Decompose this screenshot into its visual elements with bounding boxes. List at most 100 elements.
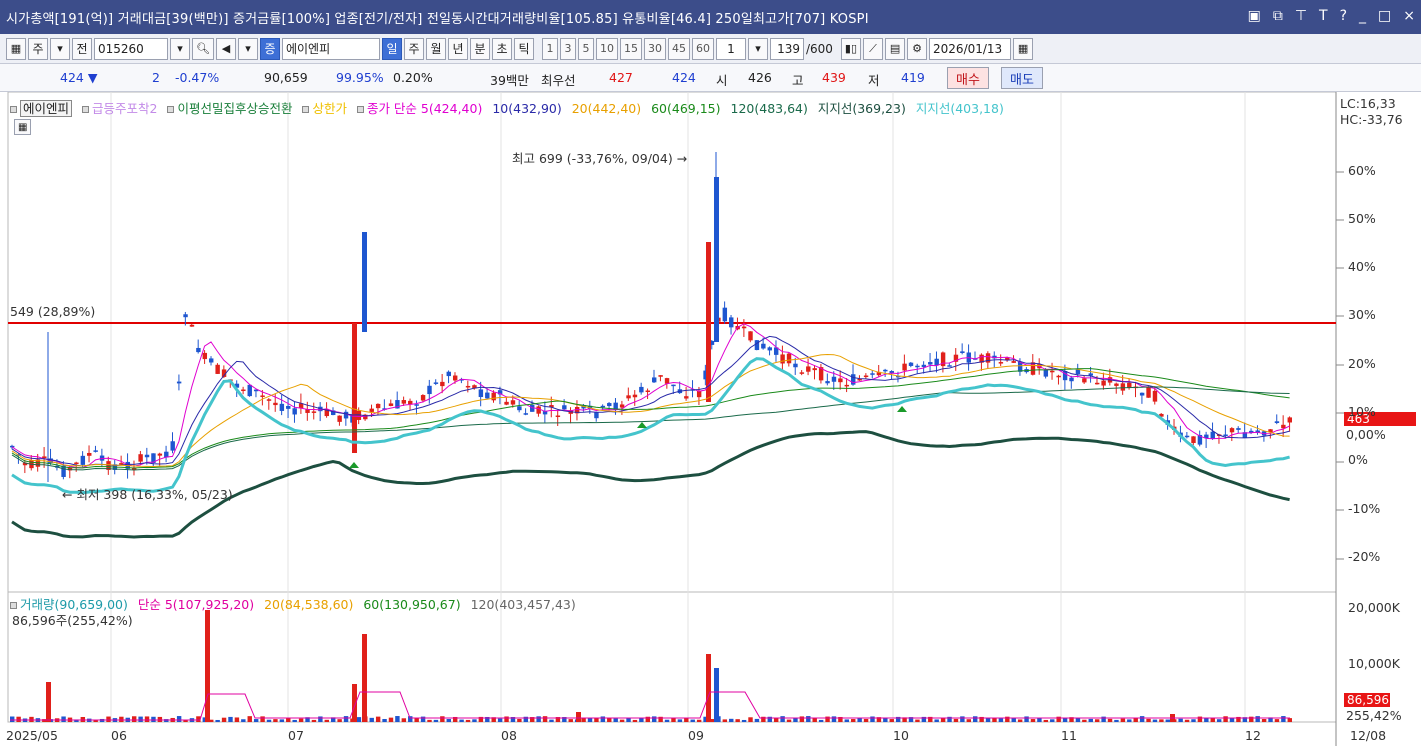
chart-layout-icon[interactable]: ▦ xyxy=(6,37,26,60)
interval-button[interactable]: 3 xyxy=(559,37,576,60)
stock-name-field[interactable]: 에이엔피 xyxy=(281,37,380,60)
chart-area[interactable]: 에이엔피 급등주포착2 이평선밀집후상승전환 상한가 종가 단순 5(424,4… xyxy=(0,92,1421,746)
interval-button[interactable]: 15 xyxy=(619,37,642,60)
sell-button[interactable]: 매도 xyxy=(1001,67,1043,89)
close-icon[interactable]: × xyxy=(1403,8,1415,24)
candle-body xyxy=(825,381,830,384)
legend-item[interactable]: 60(130,950,67) xyxy=(363,597,460,612)
interval-button[interactable]: 45 xyxy=(667,37,690,60)
x-tick-label: 08 xyxy=(501,728,517,743)
y-tick-label: -20% xyxy=(1348,549,1381,564)
best-bid: 424 xyxy=(672,70,696,85)
volume-bar xyxy=(504,716,509,722)
legend-item[interactable]: 종가 단순 5(424,40) xyxy=(367,101,482,116)
legend-item[interactable]: 10(432,90) xyxy=(492,101,561,116)
volume-bar xyxy=(1216,719,1222,722)
interval-button[interactable]: 1 xyxy=(541,37,558,60)
volume-bar xyxy=(16,716,21,722)
interval-button[interactable]: 60 xyxy=(691,37,714,60)
stock-type-select[interactable]: 주 xyxy=(28,37,48,60)
calendar-icon[interactable]: ▦ xyxy=(1013,37,1034,60)
search-icon[interactable]: 🔍︎ xyxy=(192,37,214,60)
chevron-down-icon[interactable]: ▾ xyxy=(237,37,258,60)
legend-item[interactable]: 지지선(403,18) xyxy=(916,101,1004,116)
table-icon[interactable]: ▦ xyxy=(14,119,32,135)
volume-bar xyxy=(247,716,252,722)
legend-item[interactable]: 120(403,457,43) xyxy=(471,597,576,612)
gear-icon[interactable]: ⚙ xyxy=(907,37,928,60)
chevron-down-icon[interactable]: ▾ xyxy=(170,37,190,60)
count-input[interactable]: 139 xyxy=(769,37,804,60)
volume-bar xyxy=(253,719,259,722)
interval-button[interactable]: 30 xyxy=(643,37,666,60)
period-button-week[interactable]: 주 xyxy=(403,37,424,60)
chevron-down-icon[interactable]: ▾ xyxy=(747,37,768,60)
candle-body xyxy=(1229,428,1235,433)
candle-body xyxy=(844,384,850,387)
font-icon[interactable]: T xyxy=(1319,8,1328,24)
pin-icon[interactable]: ⊤ xyxy=(1295,8,1307,24)
interval-button[interactable]: 10 xyxy=(595,37,618,60)
date-input[interactable]: 2026/01/13 xyxy=(929,37,1012,60)
period-button-second[interactable]: 초 xyxy=(491,37,512,60)
legend-item[interactable]: 20(442,40) xyxy=(572,101,641,116)
interval-button[interactable]: 5 xyxy=(577,37,594,60)
volume-bar xyxy=(1024,716,1029,722)
period-button-day[interactable]: 일 xyxy=(381,37,402,60)
volume-bar xyxy=(613,718,618,722)
candle-body xyxy=(292,408,297,415)
best-price-label: 최우선 xyxy=(541,73,576,88)
window-icon[interactable]: ▣ xyxy=(1248,8,1261,24)
candle-body xyxy=(1139,392,1145,396)
volume-bar xyxy=(1011,717,1016,722)
volume-bar xyxy=(465,719,471,722)
candle-body xyxy=(1094,382,1100,385)
volume-bar xyxy=(459,719,464,722)
high-label: 고 xyxy=(792,73,804,88)
legend-item[interactable]: 지지선(369,23) xyxy=(818,101,906,116)
period-button-month[interactable]: 월 xyxy=(425,37,446,60)
volume-bar xyxy=(818,719,824,722)
volume-bar xyxy=(1127,719,1132,722)
maximize-icon[interactable]: □ xyxy=(1378,8,1391,24)
quote-row: 424 ▼ 2 -0.47% 90,659 99.95% 0.20% 39백만 … xyxy=(0,64,1421,92)
help-icon[interactable]: ? xyxy=(1340,8,1347,24)
volume-bar xyxy=(1133,717,1138,722)
trend-icon[interactable]: ⟋ xyxy=(863,37,884,60)
candle-body xyxy=(446,371,451,377)
volume-bar xyxy=(221,717,227,722)
period-button-minute[interactable]: 분 xyxy=(469,37,490,60)
chevron-down-icon[interactable]: ▾ xyxy=(50,37,70,60)
stock-code-input[interactable]: 015260 xyxy=(94,37,168,60)
period-button-tick[interactable]: 틱 xyxy=(513,37,534,60)
legend-item[interactable]: 상한가 xyxy=(312,101,347,116)
legend-item[interactable]: 120(483,64) xyxy=(731,101,808,116)
volume-bar xyxy=(714,668,719,722)
price-change-pct: -0.47% xyxy=(175,70,220,85)
candle-body xyxy=(260,395,265,397)
y-tick-label: 50% xyxy=(1348,211,1376,226)
candle-body xyxy=(517,406,522,411)
candle-body xyxy=(741,326,747,329)
candle-body xyxy=(1120,383,1126,391)
legend-item[interactable]: 단순 5(107,925,20) xyxy=(138,597,254,612)
restore-icon[interactable]: ⧉ xyxy=(1273,8,1283,24)
legend-item[interactable]: 급등주포착2 xyxy=(92,101,157,116)
volume-bar xyxy=(934,719,939,722)
legend-stock-name[interactable]: 에이엔피 xyxy=(20,100,73,117)
save-icon[interactable]: ▤ xyxy=(885,37,906,60)
volume-bar xyxy=(677,719,683,722)
candle-type-icon[interactable]: ▮▯ xyxy=(840,37,862,60)
buy-button[interactable]: 매수 xyxy=(947,67,989,89)
volume-bar xyxy=(138,716,143,722)
hc-label: HC:-33,76 xyxy=(1340,112,1403,127)
minimize-icon[interactable]: _ xyxy=(1359,8,1366,24)
all-button[interactable]: 전 xyxy=(72,37,92,60)
period-button-year[interactable]: 년 xyxy=(447,37,468,60)
legend-item[interactable]: 20(84,538,60) xyxy=(264,597,353,612)
price-volume-chart[interactable] xyxy=(0,92,1421,746)
interval-input[interactable]: 1 xyxy=(715,37,746,60)
speaker-icon[interactable]: ◀ xyxy=(215,37,236,60)
legend-item[interactable]: 60(469,15) xyxy=(651,101,720,116)
legend-item[interactable]: 이평선밀집후상승전환 xyxy=(177,101,292,116)
